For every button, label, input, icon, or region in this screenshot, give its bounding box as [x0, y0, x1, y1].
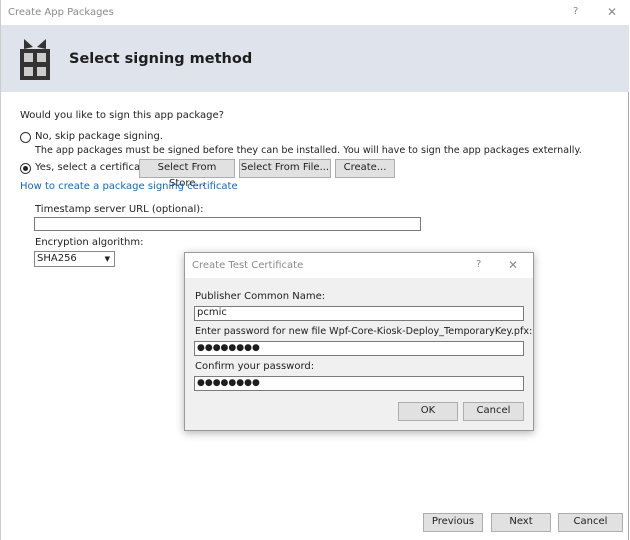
main-window: Create App Packages ? ✕ Select signing m…: [0, 0, 629, 540]
dialog-close-button[interactable]: ✕: [508, 258, 518, 272]
help-button[interactable]: ?: [573, 6, 578, 17]
option-yes-label: Yes, select a certificate:: [35, 162, 154, 173]
previous-button[interactable]: Previous: [423, 513, 483, 532]
publisher-label: Publisher Common Name:: [195, 291, 326, 302]
ok-button[interactable]: OK: [398, 402, 458, 421]
radio-select-certificate[interactable]: [20, 163, 31, 174]
create-button[interactable]: Create...: [335, 159, 395, 178]
page-title: Select signing method: [69, 51, 253, 67]
sign-question: Would you like to sign this app package?: [20, 110, 224, 121]
gift-package-icon: [20, 39, 50, 80]
confirm-password-label: Confirm your password:: [195, 361, 315, 372]
timestamp-label: Timestamp server URL (optional):: [35, 204, 204, 215]
close-button[interactable]: ✕: [607, 5, 617, 19]
title-bar: Create App Packages ? ✕: [1, 0, 629, 25]
window-title: Create App Packages: [8, 7, 114, 18]
dialog-cancel-button[interactable]: Cancel: [463, 402, 524, 421]
dialog-help-button[interactable]: ?: [476, 259, 481, 270]
select-from-store-button[interactable]: Select From Store...: [139, 159, 235, 189]
signing-certificate-help-link[interactable]: How to create a package signing certific…: [20, 181, 238, 192]
encryption-label: Encryption algorithm:: [35, 237, 144, 248]
encryption-algorithm-select[interactable]: SHA256 ▼: [34, 251, 115, 267]
create-test-certificate-dialog: Create Test Certificate ? ✕ Publisher Co…: [184, 252, 534, 431]
option-no-label: No, skip package signing.: [35, 131, 163, 142]
next-button[interactable]: Next: [491, 513, 551, 532]
encryption-value: SHA256: [37, 253, 77, 264]
dialog-title-bar: Create Test Certificate ? ✕: [185, 253, 533, 278]
radio-skip-signing[interactable]: [20, 132, 31, 143]
password-label: Enter password for new file Wpf-Core-Kio…: [195, 326, 533, 337]
select-from-file-button[interactable]: Select From File...: [239, 159, 331, 178]
option-no-note: The app packages must be signed before t…: [35, 145, 582, 156]
timestamp-url-input[interactable]: [34, 217, 421, 231]
password-input[interactable]: ●●●●●●●●: [194, 341, 524, 356]
confirm-password-input[interactable]: ●●●●●●●●: [194, 376, 524, 391]
publisher-name-input[interactable]: pcmic: [194, 306, 524, 321]
dialog-title: Create Test Certificate: [192, 260, 304, 271]
chevron-down-icon: ▼: [104, 255, 110, 263]
cancel-button[interactable]: Cancel: [558, 513, 623, 532]
